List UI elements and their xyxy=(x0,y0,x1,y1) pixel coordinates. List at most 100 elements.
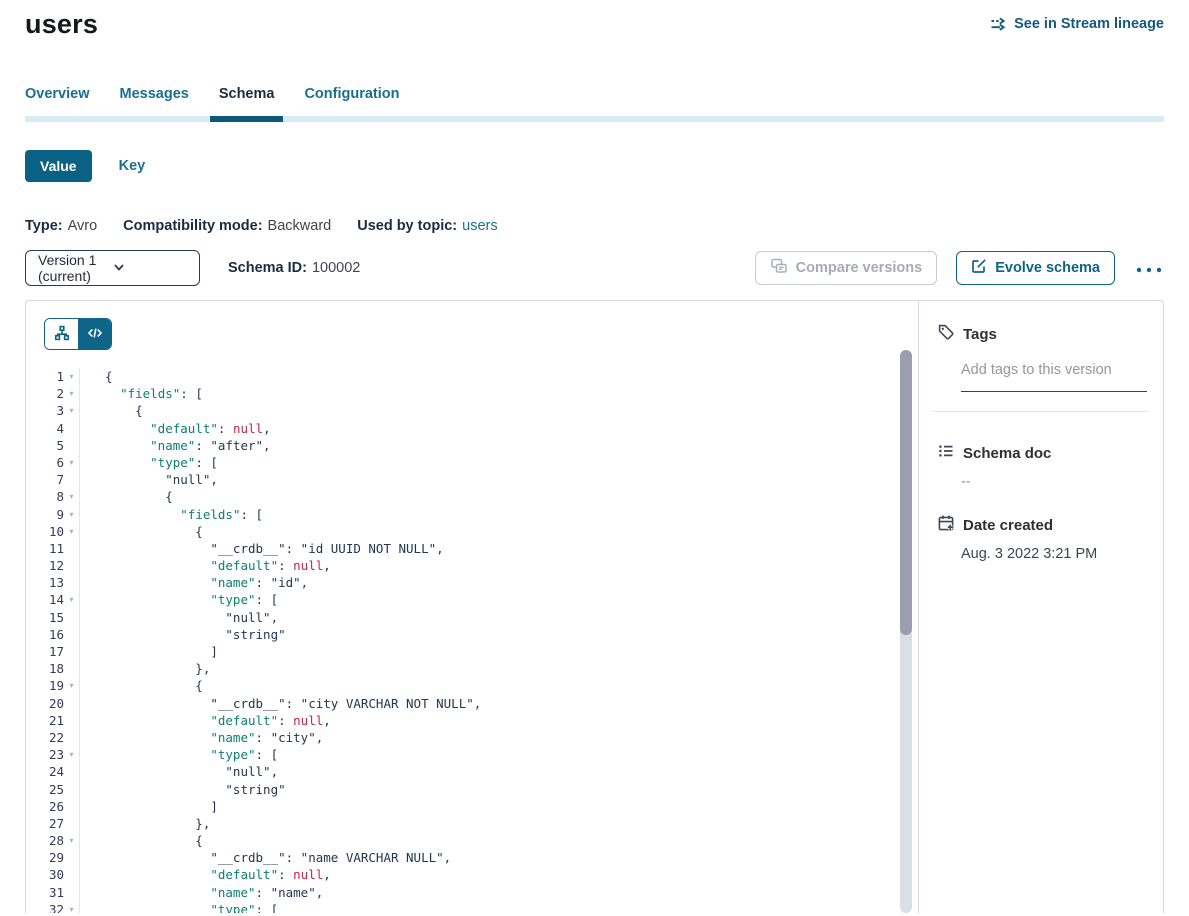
code-line: 22 "name": "city", xyxy=(26,729,918,746)
value-toggle-button[interactable]: Value xyxy=(25,150,92,182)
page-header: users See in Stream lineage xyxy=(25,0,1164,40)
fold-toggle-icon[interactable]: ▾ xyxy=(64,832,80,849)
compare-versions-icon xyxy=(770,257,788,279)
code-line: 6▾ "type": [ xyxy=(26,454,918,471)
fold-toggle-icon[interactable]: ▾ xyxy=(64,901,80,913)
fold-gutter xyxy=(64,609,80,626)
line-number: 32 xyxy=(26,901,64,913)
line-number: 14 xyxy=(26,591,64,608)
code-view-button[interactable] xyxy=(78,319,111,349)
schema-code-pane: 1▾{2▾ "fields": [3▾ {4 "default": null,5… xyxy=(26,301,918,913)
line-number: 27 xyxy=(26,815,64,832)
fold-toggle-icon[interactable]: ▾ xyxy=(64,454,80,471)
code-lines: 1▾{2▾ "fields": [3▾ {4 "default": null,5… xyxy=(26,368,918,913)
fold-gutter xyxy=(64,798,80,815)
schema-card: 1▾{2▾ "fields": [3▾ {4 "default": null,5… xyxy=(25,300,1164,913)
key-toggle-button[interactable]: Key xyxy=(119,158,146,174)
schema-doc-section: Schema doc -- xyxy=(937,442,1145,490)
fold-toggle-icon[interactable]: ▾ xyxy=(64,368,80,385)
tab-messages[interactable]: Messages xyxy=(120,86,189,122)
fold-toggle-icon[interactable]: ▾ xyxy=(64,746,80,763)
line-number: 31 xyxy=(26,884,64,901)
code-line: 24 "null", xyxy=(26,763,918,780)
line-number: 17 xyxy=(26,643,64,660)
code-text: { xyxy=(80,677,203,694)
version-select[interactable]: Version 1 (current) xyxy=(25,250,200,286)
code-text: "name": "name", xyxy=(80,884,323,901)
list-icon xyxy=(937,442,955,465)
tab-configuration[interactable]: Configuration xyxy=(304,86,399,122)
code-line: 19▾ { xyxy=(26,677,918,694)
more-options-button[interactable] xyxy=(1134,261,1164,276)
fold-toggle-icon[interactable]: ▾ xyxy=(64,506,80,523)
code-text: "type": [ xyxy=(80,454,218,471)
code-text: "string" xyxy=(80,626,286,643)
tree-view-button[interactable] xyxy=(45,319,78,349)
compare-versions-button[interactable]: Compare versions xyxy=(755,251,938,285)
code-scrollbar-thumb[interactable] xyxy=(900,350,912,635)
fold-toggle-icon[interactable]: ▾ xyxy=(64,677,80,694)
fold-toggle-icon[interactable]: ▾ xyxy=(64,488,80,505)
calendar-plus-icon xyxy=(937,514,955,537)
stream-lineage-link[interactable]: See in Stream lineage xyxy=(990,16,1164,32)
fold-toggle-icon[interactable]: ▾ xyxy=(64,385,80,402)
code-line: 20 "__crdb__": "city VARCHAR NOT NULL", xyxy=(26,695,918,712)
code-line: 31 "name": "name", xyxy=(26,884,918,901)
code-text: ] xyxy=(80,798,218,815)
code-line: 29 "__crdb__": "name VARCHAR NULL", xyxy=(26,849,918,866)
schema-doc-title: Schema doc xyxy=(963,445,1051,462)
fold-toggle-icon[interactable]: ▾ xyxy=(64,591,80,608)
tab-schema[interactable]: Schema xyxy=(219,86,275,122)
code-line: 9▾ "fields": [ xyxy=(26,506,918,523)
tag-icon xyxy=(937,323,955,346)
fold-gutter xyxy=(64,729,80,746)
date-created-section: Date created Aug. 3 2022 3:21 PM xyxy=(937,514,1145,562)
code-line: 16 "string" xyxy=(26,626,918,643)
code-text: "null", xyxy=(80,609,278,626)
code-line: 8▾ { xyxy=(26,488,918,505)
code-text: "default": null, xyxy=(80,712,331,729)
code-line: 14▾ "type": [ xyxy=(26,591,918,608)
code-text: { xyxy=(80,488,173,505)
line-number: 19 xyxy=(26,677,64,694)
topic-link[interactable]: users xyxy=(462,218,497,234)
code-text: "string" xyxy=(80,781,286,798)
line-number: 11 xyxy=(26,540,64,557)
ellipsis-icon xyxy=(1136,261,1162,276)
line-number: 5 xyxy=(26,437,64,454)
code-text: "default": null, xyxy=(80,420,271,437)
code-line: 1▾{ xyxy=(26,368,918,385)
line-number: 15 xyxy=(26,609,64,626)
code-line: 12 "default": null, xyxy=(26,557,918,574)
fold-gutter xyxy=(64,643,80,660)
code-line: 18 }, xyxy=(26,660,918,677)
code-line: 4 "default": null, xyxy=(26,420,918,437)
fold-gutter xyxy=(64,471,80,488)
code-text: "default": null, xyxy=(80,557,331,574)
code-text: ] xyxy=(80,643,218,660)
tab-bar: Overview Messages Schema Configuration xyxy=(25,86,1164,122)
evolve-schema-button[interactable]: Evolve schema xyxy=(956,251,1115,285)
code-text: "null", xyxy=(80,763,278,780)
code-line: 26 ] xyxy=(26,798,918,815)
code-line: 10▾ { xyxy=(26,523,918,540)
line-number: 22 xyxy=(26,729,64,746)
code-text: "__crdb__": "id UUID NOT NULL", xyxy=(80,540,444,557)
view-toggle xyxy=(44,318,112,350)
tab-overview[interactable]: Overview xyxy=(25,86,90,122)
stream-lineage-icon xyxy=(990,16,1007,32)
date-created-value: Aug. 3 2022 3:21 PM xyxy=(961,546,1145,562)
add-tags-input[interactable] xyxy=(961,362,1147,392)
fold-toggle-icon[interactable]: ▾ xyxy=(64,402,80,419)
code-text: }, xyxy=(80,660,210,677)
fold-gutter xyxy=(64,866,80,883)
line-number: 6 xyxy=(26,454,64,471)
code-text: }, xyxy=(80,815,210,832)
value-key-toggle: Value Key xyxy=(25,150,1164,182)
fold-toggle-icon[interactable]: ▾ xyxy=(64,523,80,540)
code-line: 28▾ { xyxy=(26,832,918,849)
line-number: 9 xyxy=(26,506,64,523)
code-line: 27 }, xyxy=(26,815,918,832)
code-text: "type": [ xyxy=(80,901,278,913)
chevron-down-icon xyxy=(113,260,188,276)
